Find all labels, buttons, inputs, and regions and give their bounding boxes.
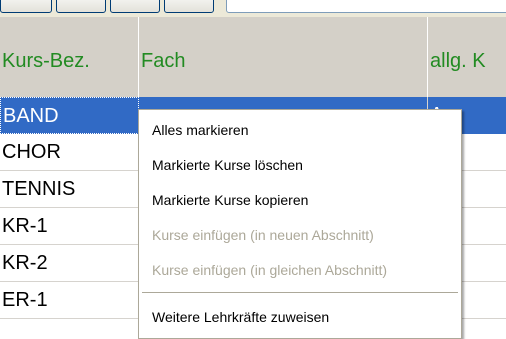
cell-kurs-bez[interactable]: ER-1: [0, 282, 139, 319]
menu-item-paste-same-section[interactable]: Kurse einfügen (in gleichen Abschnitt): [152, 253, 387, 287]
toolbar: [0, 0, 506, 17]
column-header-kurs-bez[interactable]: Kurs-Bez.: [0, 17, 139, 97]
toolbar-button-1[interactable]: [0, 0, 52, 13]
cell-kurs-bez[interactable]: CHOR: [0, 134, 139, 171]
cell-kurs-bez[interactable]: BAND: [0, 97, 139, 134]
column-header-fach[interactable]: Fach: [139, 17, 428, 97]
context-menu: Alles markieren Markierte Kurse löschen …: [138, 109, 462, 339]
cell-kurs-bez[interactable]: KR-2: [0, 245, 139, 282]
cell-kurs-bez[interactable]: TENNIS: [0, 171, 139, 208]
toolbar-button-2[interactable]: [56, 0, 106, 13]
menu-item-copy-selected[interactable]: Markierte Kurse kopieren: [152, 183, 308, 217]
menu-item-assign-teachers[interactable]: Weitere Lehrkräfte zuweisen: [152, 300, 329, 334]
toolbar-field[interactable]: [226, 0, 506, 13]
menu-separator: [142, 292, 458, 293]
column-header-allg[interactable]: allg. K: [428, 17, 506, 97]
menu-item-select-all[interactable]: Alles markieren: [152, 113, 248, 147]
toolbar-button-3[interactable]: [110, 0, 160, 13]
cell-kurs-bez[interactable]: KR-1: [0, 208, 139, 245]
menu-item-delete-selected[interactable]: Markierte Kurse löschen: [152, 148, 303, 182]
toolbar-button-4[interactable]: [164, 0, 214, 13]
grid-header: Kurs-Bez. Fach allg. K: [0, 17, 506, 97]
menu-item-paste-new-section[interactable]: Kurse einfügen (in neuen Abschnitt): [152, 218, 374, 252]
